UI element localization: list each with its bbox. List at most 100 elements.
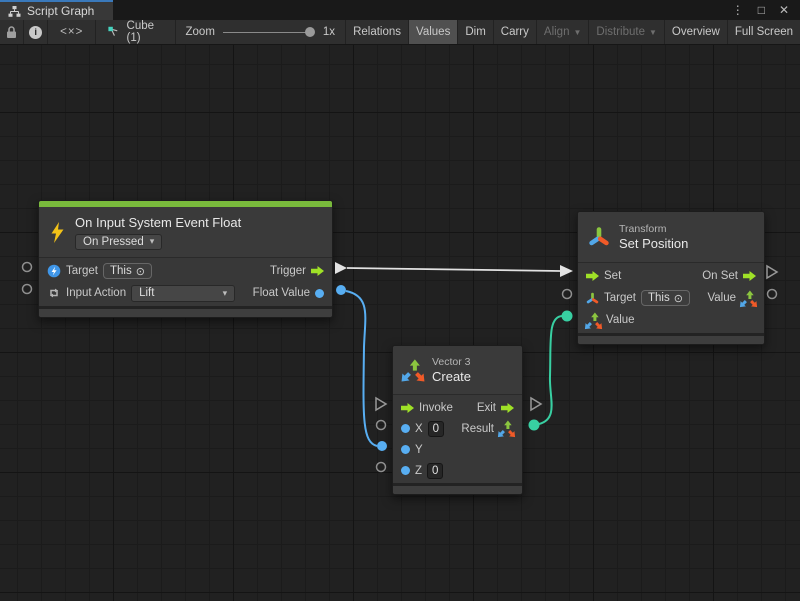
input-action-icon [47,286,61,300]
graph-toolbar: i <×> Cube (1) Zoom 1x Relations Values … [0,20,800,45]
node-footer [393,486,522,494]
port-row-transform-value: Value [578,309,764,331]
flow-arrow-icon [401,402,414,414]
node-title: Set Position [619,236,688,252]
value-dot-icon [401,445,410,454]
wire-floatvalue-to-y[interactable] [346,291,377,446]
node-category: Vector 3 [432,356,471,369]
window-maximize-button[interactable]: □ [753,3,770,17]
port-float-value-out[interactable] [336,285,346,295]
info-icon: i [29,26,42,39]
zoom-control: Zoom 1x [176,20,347,44]
code-view-button[interactable]: <×> [48,20,96,44]
info-button[interactable]: i [24,20,48,44]
graph-asset-icon [108,25,119,39]
port-event-target-in[interactable] [23,263,32,272]
chevron-down-icon: ▼ [649,28,657,37]
toolbar-button-dim[interactable]: Dim [458,20,493,44]
port-transform-target-in[interactable] [563,290,572,299]
transform-icon [588,226,610,248]
lock-icon [6,26,17,39]
lightning-icon [49,222,66,243]
set-label: Set [604,270,621,282]
trigger-label: Trigger [270,265,306,277]
title-bar: Script Graph ⋮ □ ✕ [0,0,800,20]
z-label: Z [415,465,422,477]
node-category: Transform [619,223,688,236]
toolbar-button-align[interactable]: Align▼ [537,20,590,44]
toolbar-button-overview[interactable]: Overview [665,20,728,44]
input-action-label: Input Action [66,287,126,299]
toolbar-buttons: Relations Values Dim Carry Align▼ Distri… [346,20,800,44]
vector3-icon [403,360,423,380]
node-transform-set-position[interactable]: Transform Set Position Set On Set [577,211,765,345]
target-dot-icon: ⊙ [136,265,145,278]
node-title: On Input System Event Float [75,215,241,231]
target-this-chip[interactable]: This ⊙ [103,263,152,279]
port-transform-value-out[interactable] [768,290,777,299]
lock-button[interactable] [0,20,24,44]
x-value-field[interactable]: 0 [428,421,444,437]
port-y-in[interactable] [377,441,387,451]
chevron-down-icon: ▾ [223,288,228,299]
tab-title: Script Graph [27,4,94,18]
target-label: Target [66,265,98,277]
toolbar-button-distribute[interactable]: Distribute▼ [589,20,665,44]
toolbar-button-carry[interactable]: Carry [494,20,537,44]
port-row-z: Z 0 [393,460,522,481]
port-exit-out[interactable] [531,398,541,410]
script-graph-tab-icon [8,6,21,17]
node-vector3-create[interactable]: Vector 3 Create Invoke Exit [392,345,523,495]
event-mode-dropdown[interactable]: On Pressed ▾ [75,234,162,250]
value-dot-icon [315,289,324,298]
toolbar-button-relations[interactable]: Relations [346,20,409,44]
port-result-out[interactable] [529,420,540,431]
y-label: Y [415,444,423,456]
port-row-x: X 0 Result [393,418,522,439]
flow-arrow-icon [586,270,599,282]
target-dot-icon: ⊙ [674,292,683,305]
zoom-value: 1x [323,26,335,38]
chevron-down-icon: ▾ [150,236,155,247]
port-input-action-in[interactable] [23,285,32,294]
vector3-icon [499,421,514,436]
zoom-slider[interactable] [223,26,315,38]
port-z-in[interactable] [377,463,386,472]
script-graph-window: Script Graph ⋮ □ ✕ i <×> Cube (1) [0,0,800,601]
x-label: X [415,423,423,435]
window-menu-button[interactable]: ⋮ [727,3,749,17]
on-set-label: On Set [702,270,738,282]
window-controls: ⋮ □ ✕ [727,0,800,20]
wire-result-to-value[interactable] [539,316,562,424]
gameobject-event-icon [47,264,61,278]
z-value-field[interactable]: 0 [427,463,443,479]
value-dot-icon [401,424,410,433]
zoom-slider-handle[interactable] [305,27,315,37]
chevron-down-icon: ▼ [573,28,581,37]
graph-reference-label: Cube (1) [127,20,163,44]
node-title: Create [432,369,471,385]
port-on-set-out[interactable] [767,266,777,278]
node-footer [39,309,332,317]
port-set-in[interactable] [560,265,573,277]
node-on-input-system-event-float[interactable]: On Input System Event Float On Pressed ▾… [38,200,333,318]
graph-breadcrumb[interactable]: Cube (1) [96,20,175,44]
value-dot-icon [401,466,410,475]
float-value-label: Float Value [253,287,310,299]
port-row-input-action: Input Action Lift ▾ Float Value [39,282,332,304]
toolbar-button-values[interactable]: Values [409,20,458,44]
port-value-in[interactable] [562,311,573,322]
graph-canvas[interactable]: On Input System Event Float On Pressed ▾… [0,45,800,601]
input-action-dropdown[interactable]: Lift ▾ [131,285,235,302]
code-icon: <×> [60,26,83,38]
window-close-button[interactable]: ✕ [774,3,794,17]
target-this-chip[interactable]: This ⊙ [641,290,690,306]
value-out-label: Value [707,292,736,304]
toolbar-button-fullscreen[interactable]: Full Screen [728,20,800,44]
port-trigger-out[interactable] [335,262,347,274]
tab-script-graph[interactable]: Script Graph [0,0,113,20]
wire-trigger-to-set[interactable] [347,268,560,271]
port-x-in[interactable] [377,421,386,430]
port-invoke-in[interactable] [376,398,386,410]
port-row-invoke: Invoke Exit [393,397,522,418]
